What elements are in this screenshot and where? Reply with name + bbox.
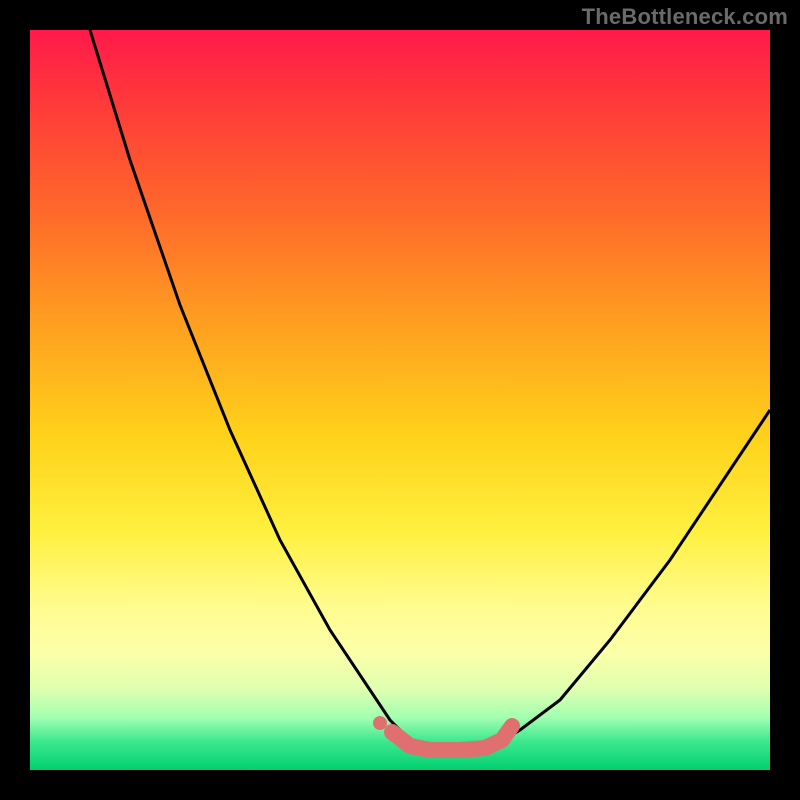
chart-frame bbox=[30, 30, 770, 770]
bottleneck-curve bbox=[90, 30, 770, 750]
flat-zone-highlight bbox=[392, 726, 512, 750]
marker-dot-icon bbox=[373, 716, 387, 730]
chart-svg bbox=[30, 30, 770, 770]
watermark-text: TheBottleneck.com bbox=[582, 4, 788, 30]
